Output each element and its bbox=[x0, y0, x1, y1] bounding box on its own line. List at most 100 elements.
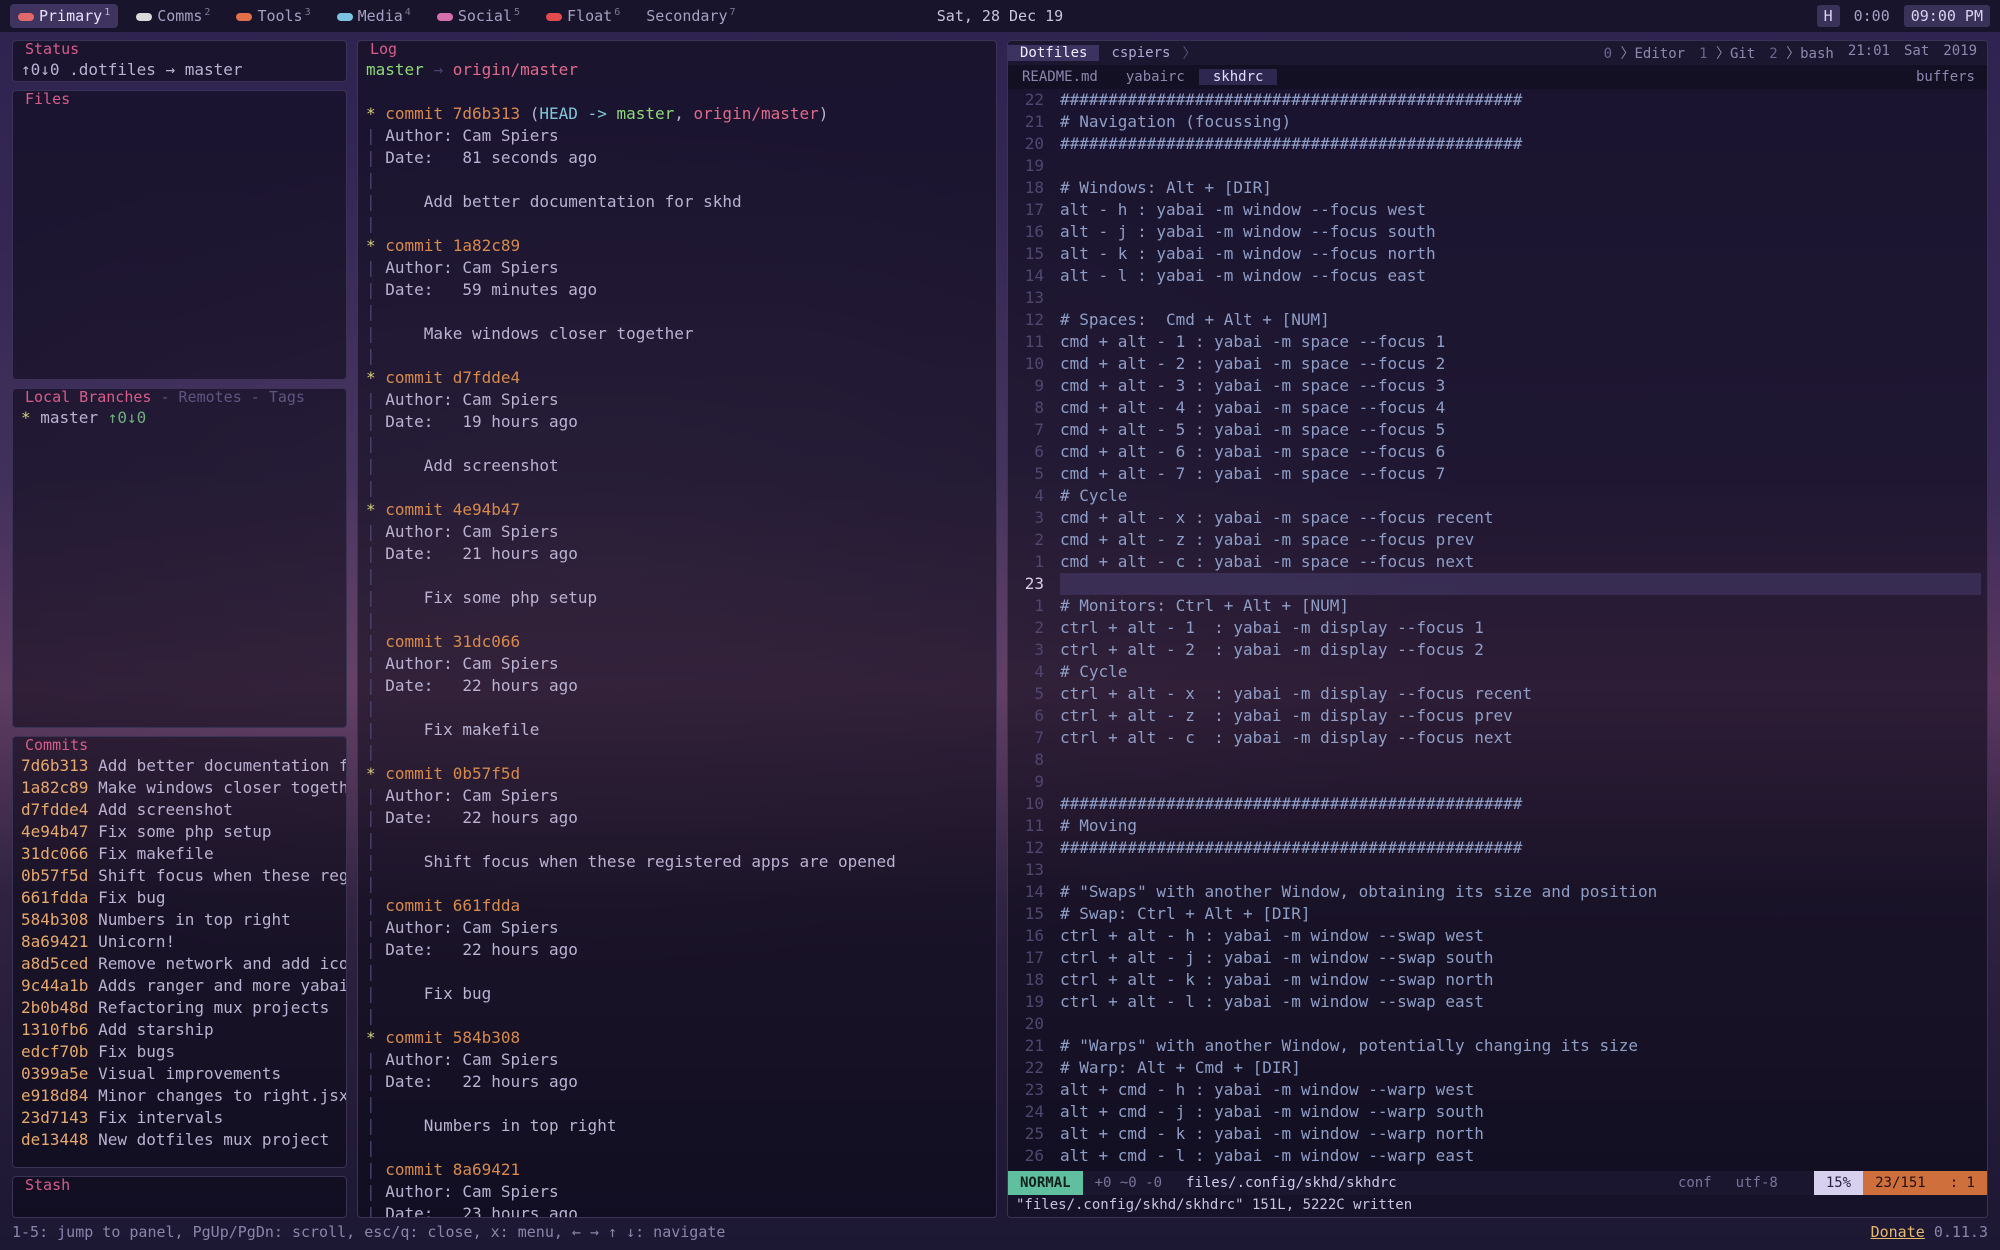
code-line[interactable]: alt - k : yabai -m window --focus north bbox=[1060, 243, 1981, 265]
code-line[interactable]: cmd + alt - 5 : yabai -m space --focus 5 bbox=[1060, 419, 1981, 441]
code-line[interactable] bbox=[1060, 771, 1981, 793]
commit-row[interactable]: a8d5ced Remove network and add icons t bbox=[21, 953, 338, 975]
code-line[interactable]: # Navigation (focussing) bbox=[1060, 111, 1981, 133]
code-line[interactable]: ctrl + alt - j : yabai -m window --swap … bbox=[1060, 947, 1981, 969]
code-line[interactable] bbox=[1060, 749, 1981, 771]
commit-row[interactable]: 2b0b48d Refactoring mux projects bbox=[21, 997, 338, 1019]
workspace-float[interactable]: Float6 bbox=[538, 4, 628, 28]
code-line[interactable]: # "Swaps" with another Window, obtaining… bbox=[1060, 881, 1981, 903]
commit-row[interactable]: 1a82c89 Make windows closer together bbox=[21, 777, 338, 799]
lazygit-helpbar: 1-5: jump to panel, PgUp/PgDn: scroll, e… bbox=[12, 1220, 1988, 1244]
code-line[interactable] bbox=[1060, 1013, 1981, 1035]
donate-link[interactable]: Donate bbox=[1871, 1223, 1925, 1241]
code-line[interactable]: # Warp: Alt + Cmd + [DIR] bbox=[1060, 1057, 1981, 1079]
code-line[interactable] bbox=[1060, 155, 1981, 177]
code-line[interactable]: # Windows: Alt + [DIR] bbox=[1060, 177, 1981, 199]
vim-cmdline[interactable]: "files/.config/skhd/skhdrc" 151L, 5222C … bbox=[1008, 1195, 1987, 1217]
code-line[interactable]: # Monitors: Ctrl + Alt + [NUM] bbox=[1060, 595, 1981, 617]
commit-row[interactable]: 9c44a1b Adds ranger and more yabai bbox=[21, 975, 338, 997]
code-line[interactable]: cmd + alt - c : yabai -m space --focus n… bbox=[1060, 551, 1981, 573]
code-line[interactable]: ctrl + alt - l : yabai -m window --swap … bbox=[1060, 991, 1981, 1013]
code-line[interactable]: cmd + alt - 4 : yabai -m space --focus 4 bbox=[1060, 397, 1981, 419]
tmux-window-bash[interactable]: 2 〉bash bbox=[1769, 43, 1834, 63]
code-line[interactable]: ########################################… bbox=[1060, 133, 1981, 155]
commit-row[interactable]: 7d6b313 Add better documentation for s bbox=[21, 755, 338, 777]
commit-row[interactable]: 4e94b47 Fix some php setup bbox=[21, 821, 338, 843]
code-line[interactable]: ctrl + alt - 2 : yabai -m display --focu… bbox=[1060, 639, 1981, 661]
crumb-user[interactable]: cspiers bbox=[1099, 45, 1182, 61]
workspace-primary[interactable]: Primary1 bbox=[10, 4, 118, 28]
code-line[interactable]: ########################################… bbox=[1060, 793, 1981, 815]
code-line[interactable]: ########################################… bbox=[1060, 89, 1981, 111]
commit-row[interactable]: de13448 New dotfiles mux project bbox=[21, 1129, 338, 1151]
code-line[interactable]: alt - j : yabai -m window --focus south bbox=[1060, 221, 1981, 243]
code-line[interactable]: alt + cmd - k : yabai -m window --warp n… bbox=[1060, 1123, 1981, 1145]
code-line[interactable]: cmd + alt - 1 : yabai -m space --focus 1 bbox=[1060, 331, 1981, 353]
stash-panel[interactable]: Stash bbox=[12, 1176, 347, 1218]
code-line[interactable] bbox=[1060, 573, 1981, 595]
code-area[interactable]: 2221201918171615141312111098765432123123… bbox=[1008, 89, 1987, 1169]
code-line[interactable]: alt + cmd - j : yabai -m window --warp s… bbox=[1060, 1101, 1981, 1123]
code-line[interactable]: ctrl + alt - k : yabai -m window --swap … bbox=[1060, 969, 1981, 991]
status-panel[interactable]: Status ↑0↓0 .dotfiles → master bbox=[12, 40, 347, 82]
code-line[interactable]: # "Warps" with another Window, potential… bbox=[1060, 1035, 1981, 1057]
code-line[interactable]: alt - h : yabai -m window --focus west bbox=[1060, 199, 1981, 221]
code-line[interactable]: cmd + alt - 7 : yabai -m space --focus 7 bbox=[1060, 463, 1981, 485]
code-line[interactable]: cmd + alt - 2 : yabai -m space --focus 2 bbox=[1060, 353, 1981, 375]
commit-row[interactable]: 0399a5e Visual improvements bbox=[21, 1063, 338, 1085]
tmux-clock: 21:01 bbox=[1848, 43, 1890, 63]
code-line[interactable]: cmd + alt - 3 : yabai -m space --focus 3 bbox=[1060, 375, 1981, 397]
workspace-secondary[interactable]: Secondary7 bbox=[638, 4, 743, 28]
buffer-tab-yabairc[interactable]: yabairc bbox=[1112, 69, 1199, 85]
code-line[interactable] bbox=[1060, 859, 1981, 881]
code-line[interactable]: ctrl + alt - x : yabai -m display --focu… bbox=[1060, 683, 1981, 705]
tmux-window-editor[interactable]: 0 〉Editor bbox=[1604, 43, 1685, 63]
code-line[interactable]: alt + cmd - l : yabai -m window --warp e… bbox=[1060, 1145, 1981, 1167]
commits-panel[interactable]: Commits 7d6b313 Add better documentation… bbox=[12, 736, 347, 1168]
tmux-window-git[interactable]: 1 〉Git bbox=[1699, 43, 1755, 63]
code-line[interactable]: ctrl + alt - 1 : yabai -m display --focu… bbox=[1060, 617, 1981, 639]
log-panel[interactable]: Log master → origin/master * commit 7d6b… bbox=[357, 40, 997, 1218]
commit-row[interactable]: 0b57f5d Shift focus when these registe bbox=[21, 865, 338, 887]
code-line[interactable]: cmd + alt - 6 : yabai -m space --focus 6 bbox=[1060, 441, 1981, 463]
code-line[interactable]: # Cycle bbox=[1060, 485, 1981, 507]
workspace-media[interactable]: Media4 bbox=[329, 4, 419, 28]
code-line[interactable]: alt - l : yabai -m window --focus east bbox=[1060, 265, 1981, 287]
col-pos: : 1 bbox=[1938, 1171, 1987, 1195]
code-line[interactable]: # Cycle bbox=[1060, 661, 1981, 683]
code-line[interactable]: ctrl + alt - c : yabai -m display --focu… bbox=[1060, 727, 1981, 749]
code-line[interactable]: cmd + alt - z : yabai -m space --focus p… bbox=[1060, 529, 1981, 551]
commit-row[interactable]: edcf70b Fix bugs bbox=[21, 1041, 338, 1063]
vim-statusline: NORMAL +0 ~0 -0 files/.config/skhd/skhdr… bbox=[1008, 1171, 1987, 1195]
workspace-comms[interactable]: Comms2 bbox=[128, 4, 218, 28]
menubar-badge[interactable]: H bbox=[1817, 5, 1840, 27]
code-line[interactable]: # Moving bbox=[1060, 815, 1981, 837]
code-line[interactable]: ctrl + alt - h : yabai -m window --swap … bbox=[1060, 925, 1981, 947]
code-line[interactable]: cmd + alt - x : yabai -m space --focus r… bbox=[1060, 507, 1981, 529]
code-line[interactable] bbox=[1060, 287, 1981, 309]
buffer-tab-readmemd[interactable]: README.md bbox=[1008, 69, 1112, 85]
commit-row[interactable]: e918d84 Minor changes to right.jsx bbox=[21, 1085, 338, 1107]
commit-row[interactable]: 31dc066 Fix makefile bbox=[21, 843, 338, 865]
code-line[interactable]: # Spaces: Cmd + Alt + [NUM] bbox=[1060, 309, 1981, 331]
editor-panel[interactable]: Dotfiles cspiers 〉 0 〉Editor1 〉Git2 〉bas… bbox=[1007, 40, 1988, 1218]
code-line[interactable]: # Swap: Ctrl + Alt + [DIR] bbox=[1060, 903, 1981, 925]
code-line[interactable]: ########################################… bbox=[1060, 837, 1981, 859]
tmux-day: Sat bbox=[1904, 43, 1929, 63]
commit-row[interactable]: 1310fb6 Add starship bbox=[21, 1019, 338, 1041]
code-line[interactable] bbox=[1060, 1167, 1981, 1169]
code-line[interactable]: alt + cmd - h : yabai -m window --warp w… bbox=[1060, 1079, 1981, 1101]
commit-row[interactable]: 584b308 Numbers in top right bbox=[21, 909, 338, 931]
code-line[interactable]: ctrl + alt - z : yabai -m display --focu… bbox=[1060, 705, 1981, 727]
workspace-social[interactable]: Social5 bbox=[429, 4, 528, 28]
files-panel[interactable]: Files bbox=[12, 90, 347, 380]
workspace-tools[interactable]: Tools3 bbox=[228, 4, 318, 28]
branches-panel[interactable]: Local Branches - Remotes - Tags * master… bbox=[12, 388, 347, 728]
branch-line[interactable]: master bbox=[31, 408, 108, 427]
crumb-dotfiles[interactable]: Dotfiles bbox=[1008, 45, 1099, 61]
commit-row[interactable]: d7fdde4 Add screenshot bbox=[21, 799, 338, 821]
commit-row[interactable]: 23d7143 Fix intervals bbox=[21, 1107, 338, 1129]
commit-row[interactable]: 8a69421 Unicorn! bbox=[21, 931, 338, 953]
buffer-tab-skhdrc[interactable]: skhdrc bbox=[1199, 69, 1278, 85]
commit-row[interactable]: 661fdda Fix bug bbox=[21, 887, 338, 909]
